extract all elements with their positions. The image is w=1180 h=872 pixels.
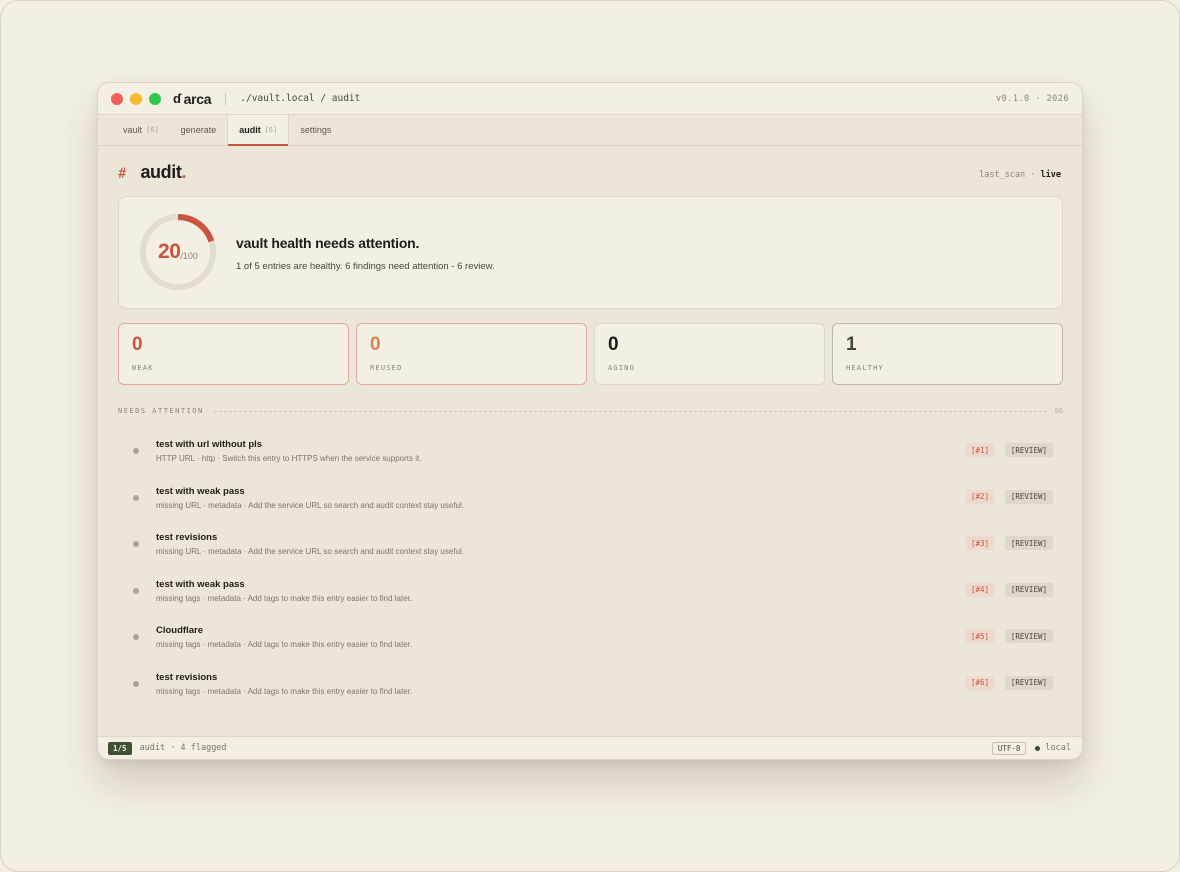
gauge-score: 20 /100 (139, 213, 217, 291)
page-title: audit (140, 162, 182, 182)
health-score: 20 (158, 240, 181, 263)
stat-value: 0 (370, 334, 381, 355)
health-card: 20 /100 vault health needs attention. 1 … (118, 196, 1063, 309)
review-button[interactable]: [REVIEW] (1004, 675, 1053, 690)
section-count: 06 (1054, 407, 1063, 415)
encoding-badge: UTF-8 (991, 741, 1027, 755)
finding-row[interactable]: test with weak pass missing tags · metad… (118, 571, 1063, 618)
tab-label: generate (180, 125, 217, 135)
finding-row[interactable]: Cloudflare missing tags · metadata · Add… (118, 617, 1063, 664)
finding-title: test with weak pass (156, 578, 245, 590)
tab-settings[interactable]: settings (289, 115, 342, 145)
findings-list: test with url without pls HTTP URL · htt… (118, 431, 1063, 710)
stat-card-reused[interactable]: 0 REUSED (356, 323, 587, 385)
stat-card-weak[interactable]: 0 WEAK (118, 323, 349, 385)
stat-value: 0 (132, 334, 143, 355)
tab-label: audit (239, 125, 261, 135)
bullet-icon (133, 448, 139, 454)
review-button[interactable]: [REVIEW] (1004, 443, 1053, 457)
finding-row[interactable]: test revisions missing URL · metadata · … (118, 524, 1063, 571)
close-window-button[interactable] (111, 92, 123, 105)
finding-title: Cloudflare (156, 625, 203, 636)
needs-attention-header: NEEDS ATTENTION 06 (118, 405, 1063, 417)
finding-number-badge: [#2] (965, 489, 994, 504)
app-name: arca (183, 90, 212, 107)
tab-audit[interactable]: audit [6] (227, 115, 290, 146)
health-title: vault health needs attention. (236, 235, 420, 251)
bullet-icon (133, 494, 139, 501)
finding-number-badge: [#5] (965, 629, 994, 643)
health-gauge: 20 /100 (139, 213, 217, 291)
finding-description: HTTP URL · http · Switch this entry to H… (156, 454, 422, 463)
page-heading: # audit. (118, 162, 186, 183)
finding-row[interactable]: test with weak pass missing URL · metada… (118, 478, 1063, 525)
minimize-window-button[interactable] (130, 92, 142, 105)
status-bar: 1/5 audit · 4 flagged UTF-8 local (98, 736, 1082, 759)
finding-description: missing URL · metadata · Add the service… (156, 547, 464, 556)
app-window: ɗ arca ./vault.local / audit v0.1.0 · 20… (97, 82, 1083, 760)
stat-label: AGING (608, 364, 636, 372)
tab-count: [6] (264, 126, 278, 134)
stat-value: 1 (846, 334, 857, 355)
health-score-max: /100 (180, 251, 198, 261)
finding-description: missing URL · metadata · Add the service… (156, 500, 464, 510)
status-right: UTF-8 local (991, 741, 1071, 755)
stats-row: 0 WEAK 0 REUSED 0 AGING 1 HEALTHY (118, 323, 1063, 385)
review-button[interactable]: [REVIEW] (1004, 536, 1053, 550)
finding-number-badge: [#4] (965, 582, 994, 597)
finding-title: test revisions (156, 532, 218, 543)
last-scan-status: last_scan · live (979, 170, 1061, 180)
finding-row[interactable]: test with url without pls HTTP URL · htt… (118, 431, 1063, 478)
tab-bar: vault [6] generate audit [6] settings (98, 115, 1082, 146)
finding-title: test with weak pass (156, 485, 245, 497)
review-button[interactable]: [REVIEW] (1004, 489, 1053, 504)
app-logo: ɗ arca (173, 90, 212, 107)
scan-value: live (1040, 170, 1061, 180)
tab-count: [6] (146, 126, 159, 134)
finding-description: missing tags · metadata · Add tags to ma… (156, 686, 413, 696)
bullet-icon (133, 634, 139, 640)
tab-label: vault (123, 125, 143, 135)
version-label: v0.1.0 · 2026 (995, 93, 1069, 104)
review-button[interactable]: [REVIEW] (1004, 629, 1053, 643)
finding-row[interactable]: test revisions missing tags · metadata ·… (118, 664, 1063, 711)
main-content: # audit. last_scan · live 20 /100 vault … (98, 146, 1082, 737)
tab-generate[interactable]: generate (170, 115, 228, 145)
section-label: NEEDS ATTENTION (118, 407, 204, 415)
status-dot-icon (1035, 745, 1041, 751)
stat-label: REUSED (370, 364, 403, 372)
arca-logo-icon: ɗ (173, 91, 181, 106)
health-subtitle: 1 of 5 entries are healthy. 6 findings n… (236, 261, 495, 272)
breadcrumb-path: ./vault.local / audit (240, 93, 361, 104)
bullet-icon (133, 587, 139, 594)
maximize-window-button[interactable] (149, 92, 161, 105)
stat-label: HEALTHY (846, 364, 884, 372)
stat-card-aging[interactable]: 0 AGING (594, 323, 825, 385)
title-divider (225, 92, 227, 105)
location-label: local (1045, 743, 1071, 753)
tab-label: settings (300, 125, 332, 135)
hash-icon: # (118, 166, 127, 182)
stat-value: 0 (608, 334, 619, 355)
section-divider (213, 410, 1047, 412)
tab-vault[interactable]: vault [6] (112, 115, 170, 145)
finding-description: missing tags · metadata · Add tags to ma… (156, 640, 413, 649)
finding-description: missing tags · metadata · Add tags to ma… (156, 593, 413, 603)
page-indicator: 1/5 (108, 741, 132, 755)
stat-card-healthy[interactable]: 1 HEALTHY (832, 323, 1063, 385)
finding-number-badge: [#3] (965, 536, 994, 550)
title-dot: . (181, 162, 187, 182)
stat-label: WEAK (132, 364, 154, 372)
finding-title: test revisions (156, 671, 218, 683)
status-text: audit · 4 flagged (139, 743, 227, 753)
bullet-icon (133, 680, 139, 687)
finding-number-badge: [#6] (965, 675, 994, 690)
scan-label: last_scan · (979, 170, 1036, 180)
review-button[interactable]: [REVIEW] (1004, 582, 1053, 597)
title-bar: ɗ arca ./vault.local / audit v0.1.0 · 20… (98, 83, 1082, 115)
finding-number-badge: [#1] (965, 443, 994, 457)
bullet-icon (133, 541, 139, 547)
finding-title: test with url without pls (156, 439, 263, 450)
